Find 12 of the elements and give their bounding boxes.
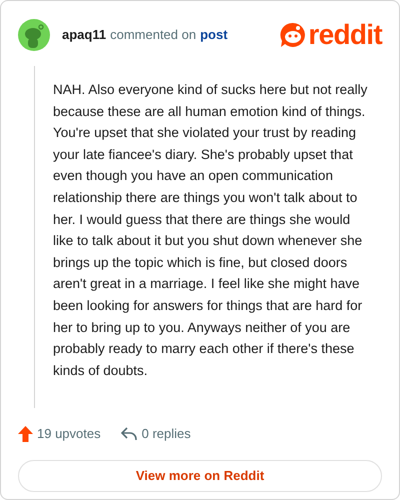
logo-icon xyxy=(280,22,306,48)
upvote-count: 19 upvotes xyxy=(37,425,101,444)
upvote-icon[interactable] xyxy=(18,426,33,442)
username[interactable]: apaq11 xyxy=(62,25,106,45)
avatar-icon xyxy=(18,19,50,51)
comment-text: NAH. Also everyone kind of sucks here but not really because these are all human emotion kind of things. You're upset that she violated your trust by reading your late fiancee's diary. She's probably upset that even though you have an open communication relationship there are things you won't talk about to her. I would guess that there are things she would like to talk about it but you shut down whenever she brings up the topic which is fine, but closed doors aren't great in a marriage. I feel like she might have been looking for answers for things that are hard for her to bring up to you. Anyways neither of you are probably ready to marry each other if there's these kinds of doubts. xyxy=(53,81,368,380)
reply-count: 0 replies xyxy=(142,425,191,444)
post-link[interactable]: post xyxy=(200,25,228,45)
view-more-button[interactable]: View more on Reddit xyxy=(18,460,382,492)
reply-icon[interactable] xyxy=(120,427,137,441)
action-text: commented on xyxy=(110,26,196,44)
brand-wordmark: reddit xyxy=(308,21,382,49)
